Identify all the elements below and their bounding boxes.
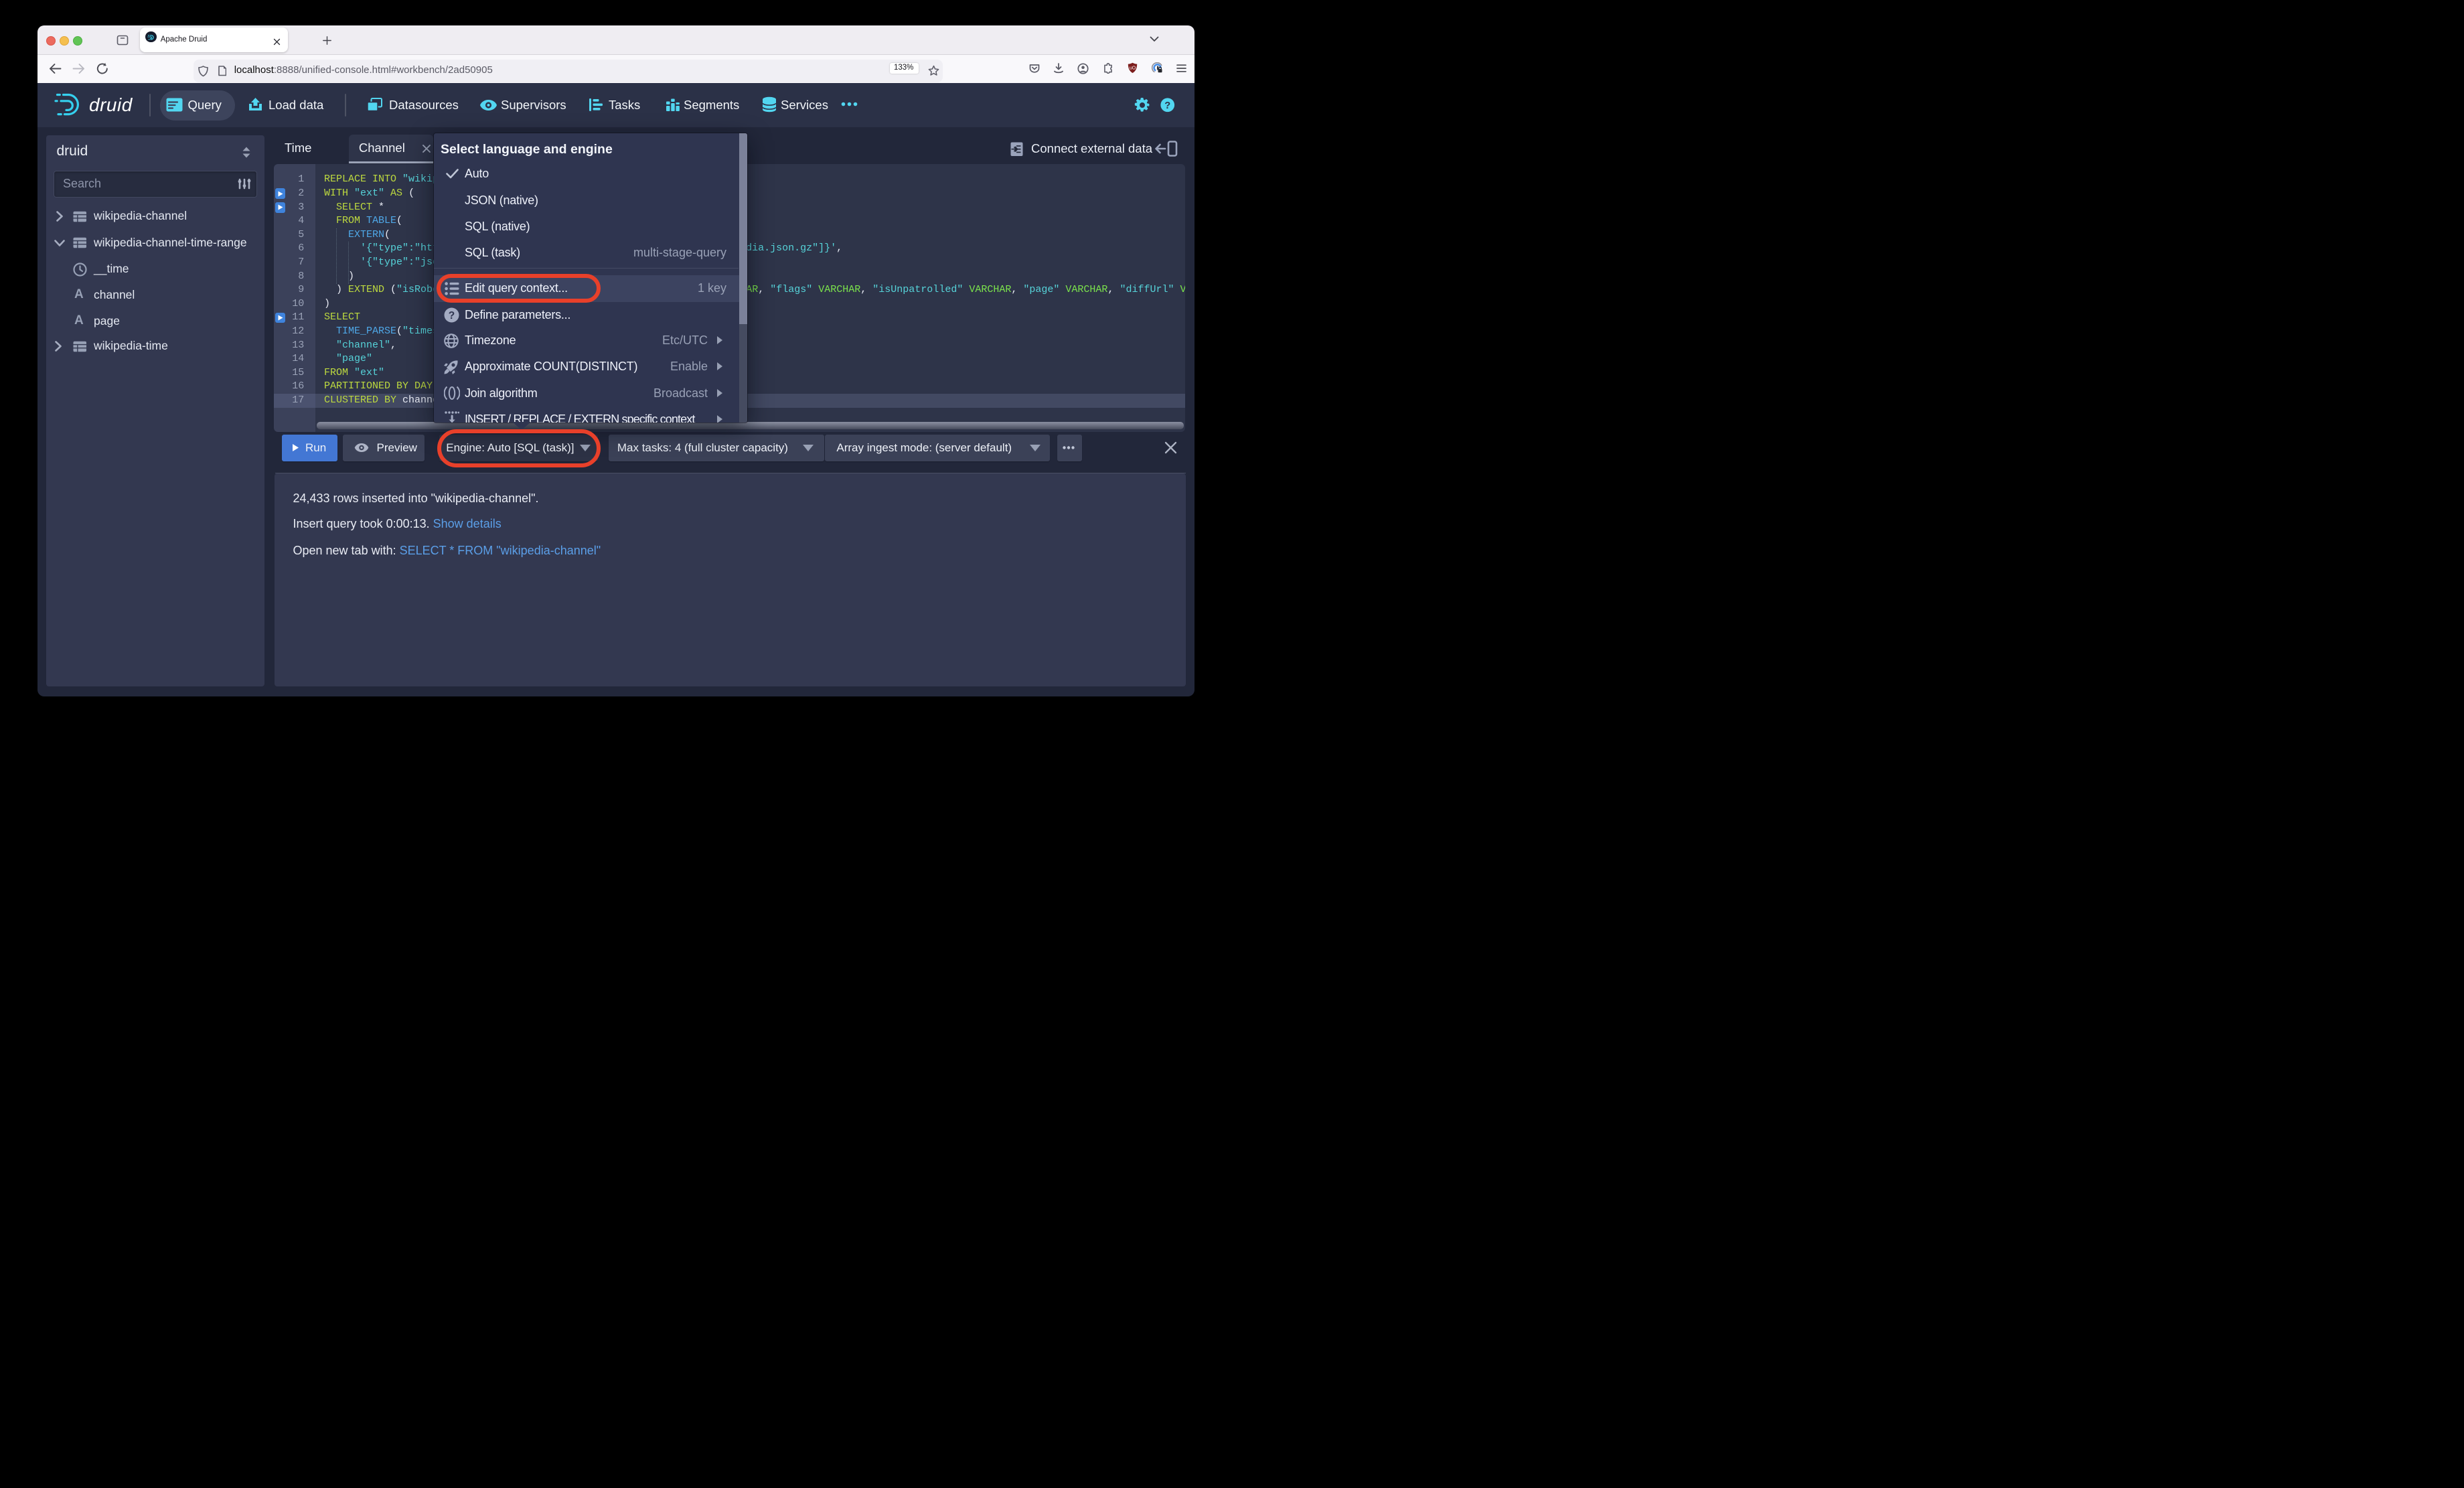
svg-text:uO: uO bbox=[1130, 66, 1136, 70]
svg-text:?: ? bbox=[1164, 100, 1170, 111]
svg-text:?: ? bbox=[449, 310, 455, 321]
